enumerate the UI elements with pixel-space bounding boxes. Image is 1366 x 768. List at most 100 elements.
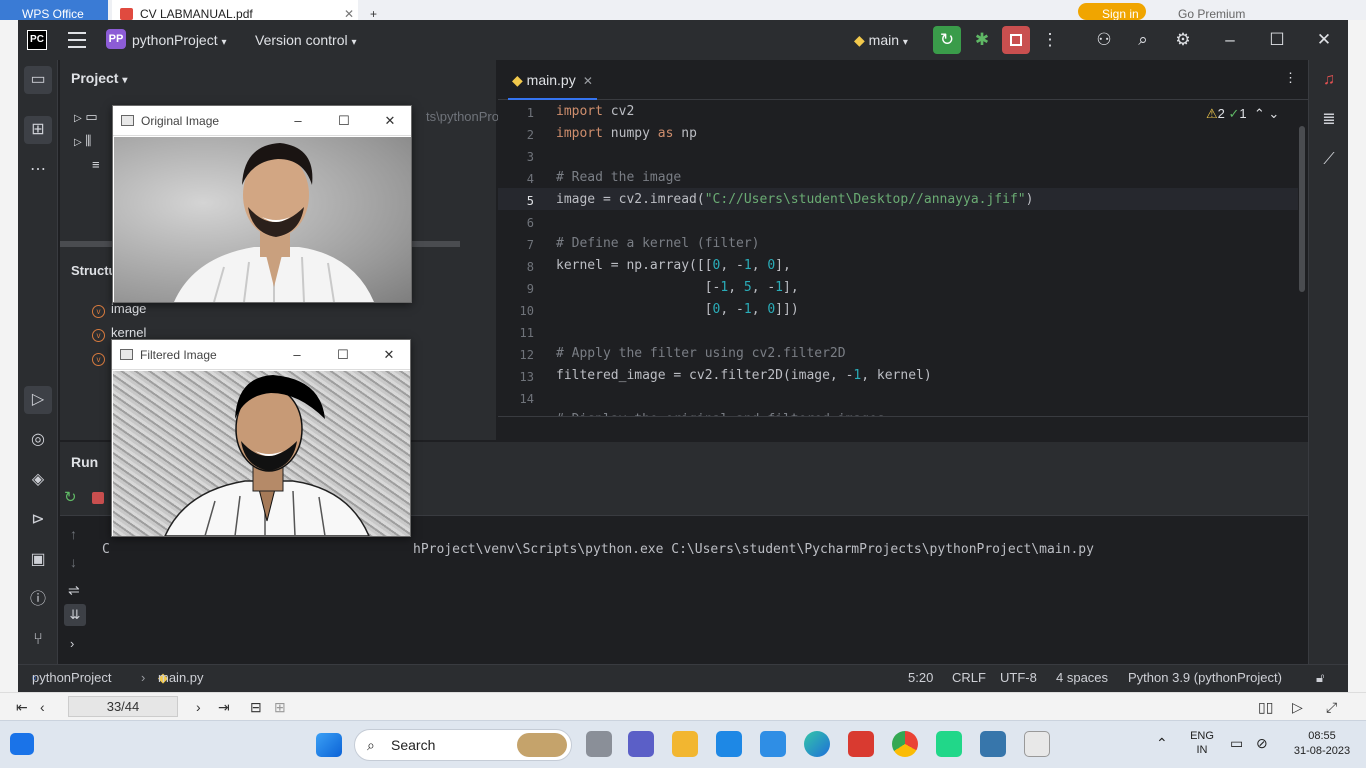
close-icon[interactable]: ✕ <box>580 74 593 88</box>
maximize-icon[interactable]: ☐ <box>1263 26 1291 54</box>
file-encoding[interactable]: UTF-8 <box>1000 665 1037 691</box>
arrow-down-icon[interactable]: ↓ <box>70 554 77 570</box>
chevron-up-icon[interactable]: ⌃ <box>1156 735 1168 752</box>
maximize-icon[interactable]: ☐ <box>321 106 367 136</box>
fit-width-icon[interactable]: ⊞ <box>274 693 286 721</box>
read-mode-icon[interactable]: ▯▯ <box>1258 693 1273 721</box>
tree-row-scratches[interactable]: ≡ <box>92 154 100 176</box>
play-icon[interactable]: ▷ <box>1292 693 1303 721</box>
volume-muted-icon[interactable]: ⊘ <box>1256 735 1268 752</box>
stop-button[interactable] <box>1002 26 1030 54</box>
new-tab-button[interactable]: + <box>370 0 377 20</box>
last-page-icon[interactable]: ⇥ <box>218 693 230 721</box>
services-icon[interactable]: ⊳ <box>24 506 52 534</box>
sign-in-button[interactable]: Sign in <box>1078 3 1146 21</box>
close-icon[interactable]: ✕ <box>366 340 412 370</box>
code-line[interactable]: # Apply the filter using cv2.filter2D <box>556 346 846 361</box>
minimize-icon[interactable]: – <box>274 340 320 370</box>
teams-icon[interactable] <box>628 731 654 757</box>
editor-tab-main[interactable]: ◆ main.py ✕ <box>508 60 597 100</box>
start-icon[interactable] <box>316 733 342 757</box>
database-icon[interactable]: ≣ <box>1315 106 1343 134</box>
structure-icon[interactable]: ⊞ <box>24 116 52 144</box>
add-user-icon[interactable]: ⚇ <box>1090 26 1118 54</box>
search-icon[interactable]: ⌕ <box>1129 26 1157 54</box>
wps-office-tab[interactable]: WPS Office <box>0 0 108 20</box>
debug-icon[interactable]: ✱ <box>968 26 996 54</box>
more-icon[interactable]: ⋯ <box>24 156 52 184</box>
network-icon[interactable]: ▭ <box>1230 735 1243 752</box>
editor-more-icon[interactable]: ⋮ <box>1284 70 1297 86</box>
vertical-scrollbar[interactable] <box>1299 126 1305 292</box>
code-line[interactable]: kernel = np.array([[0, -1, 0], <box>556 258 791 273</box>
version-control-menu[interactable]: Version control ▾ <box>255 20 357 60</box>
input-language[interactable]: ENG IN <box>1182 729 1222 757</box>
close-icon[interactable]: ✕ <box>344 0 354 20</box>
structure-item[interactable]: v <box>92 346 111 368</box>
code-line[interactable]: image = cv2.imread("C://Users\student\De… <box>556 192 1033 207</box>
chevron-down-icon[interactable]: ⌄ <box>1268 106 1279 121</box>
tree-row-libraries[interactable]: ▷ ⫼ <box>74 130 91 152</box>
python-window-taskbar-icon[interactable] <box>1024 731 1050 757</box>
interpreter[interactable]: Python 3.9 (pythonProject) <box>1128 665 1282 691</box>
chevron-right-icon[interactable]: › <box>70 636 74 651</box>
fullscreen-icon[interactable]: ⤢ <box>1326 693 1337 721</box>
rerun-icon[interactable]: ↻ <box>64 488 77 506</box>
first-page-icon[interactable]: ⇤ <box>16 693 28 721</box>
filtered-image-window[interactable]: Filtered Image – ☐ ✕ <box>111 339 411 537</box>
python-taskbar-icon[interactable] <box>980 731 1006 757</box>
maximize-icon[interactable]: ☐ <box>320 340 366 370</box>
python-console-icon[interactable]: ◎ <box>24 426 52 454</box>
code-line[interactable]: import numpy as np <box>556 126 697 141</box>
edge-icon[interactable] <box>804 731 830 757</box>
hamburger-menu-icon[interactable] <box>68 32 86 48</box>
close-icon[interactable]: ✕ <box>367 106 413 136</box>
tree-row-project[interactable]: ▷ ▭ <box>74 106 98 128</box>
folder-icon[interactable]: ▭ <box>24 66 52 94</box>
original-image-window[interactable]: Original Image – ☐ ✕ <box>112 105 412 303</box>
go-premium-button[interactable]: Go Premium <box>1178 0 1245 20</box>
project-switcher[interactable]: pythonProject ▾ <box>132 20 227 60</box>
notifications-icon[interactable]: ♫ <box>1315 66 1343 94</box>
problems-icon[interactable]: ⓘ <box>24 586 52 614</box>
pycharm-taskbar-icon[interactable] <box>936 731 962 757</box>
more-actions-icon[interactable]: ⋮ <box>1036 26 1064 54</box>
close-icon[interactable]: ✕ <box>1310 26 1338 54</box>
wps-writer-icon[interactable] <box>848 731 874 757</box>
indent-setting[interactable]: 4 spaces <box>1056 665 1108 691</box>
store-icon[interactable] <box>760 731 786 757</box>
next-page-icon[interactable]: › <box>196 693 201 721</box>
system-clock[interactable]: 08:55 31-08-2023 <box>1282 729 1362 759</box>
soft-wrap-icon[interactable]: ⇌ <box>68 582 80 599</box>
code-line[interactable]: [-1, 5, -1], <box>556 280 799 295</box>
page-number-input[interactable]: 33/44 <box>68 696 178 717</box>
chevron-up-icon[interactable]: ⌃ <box>1250 106 1265 121</box>
window-title-bar[interactable]: Filtered Image – ☐ ✕ <box>112 340 410 370</box>
code-line[interactable]: # Read the image <box>556 170 681 185</box>
code-line[interactable]: [0, -1, 0]]) <box>556 302 799 317</box>
fit-page-icon[interactable]: ⊟ <box>250 693 262 721</box>
sciview-icon[interactable]: ⟋ <box>1315 146 1343 174</box>
line-ending[interactable]: CRLF <box>952 665 986 691</box>
terminal-icon[interactable]: ▣ <box>24 546 52 574</box>
gear-icon[interactable]: ⚙ <box>1169 26 1197 54</box>
wps-document-tab[interactable]: CV LABMANUAL.pdf ✕ <box>112 0 358 20</box>
lock-icon[interactable]: 🔓︎ <box>1316 665 1324 691</box>
layers-icon[interactable]: ◈ <box>24 466 52 494</box>
code-line[interactable]: import cv2 <box>556 104 634 119</box>
window-title-bar[interactable]: Original Image – ☐ ✕ <box>113 106 411 136</box>
inspection-widget[interactable]: ⚠2 ✓1 ⌃ ⌄ <box>1206 106 1279 122</box>
wps-taskbar-icon[interactable] <box>10 733 34 755</box>
minimize-icon[interactable]: – <box>1216 26 1244 54</box>
file-explorer-icon[interactable] <box>672 731 698 757</box>
mail-icon[interactable] <box>716 731 742 757</box>
code-line[interactable]: filtered_image = cv2.filter2D(image, -1,… <box>556 368 932 383</box>
run-icon[interactable]: ▷ <box>24 386 52 414</box>
project-panel-title[interactable]: Project ▾ <box>71 70 127 86</box>
task-view-icon[interactable] <box>586 731 612 757</box>
rerun-icon[interactable]: ↻ <box>933 26 961 54</box>
scroll-to-end-icon[interactable]: ⇊ <box>64 604 86 626</box>
code-line[interactable]: # Define a kernel (filter) <box>556 236 760 251</box>
caret-position[interactable]: 5:20 <box>908 665 933 691</box>
taskbar-search[interactable]: ⌕ Search <box>354 729 572 761</box>
